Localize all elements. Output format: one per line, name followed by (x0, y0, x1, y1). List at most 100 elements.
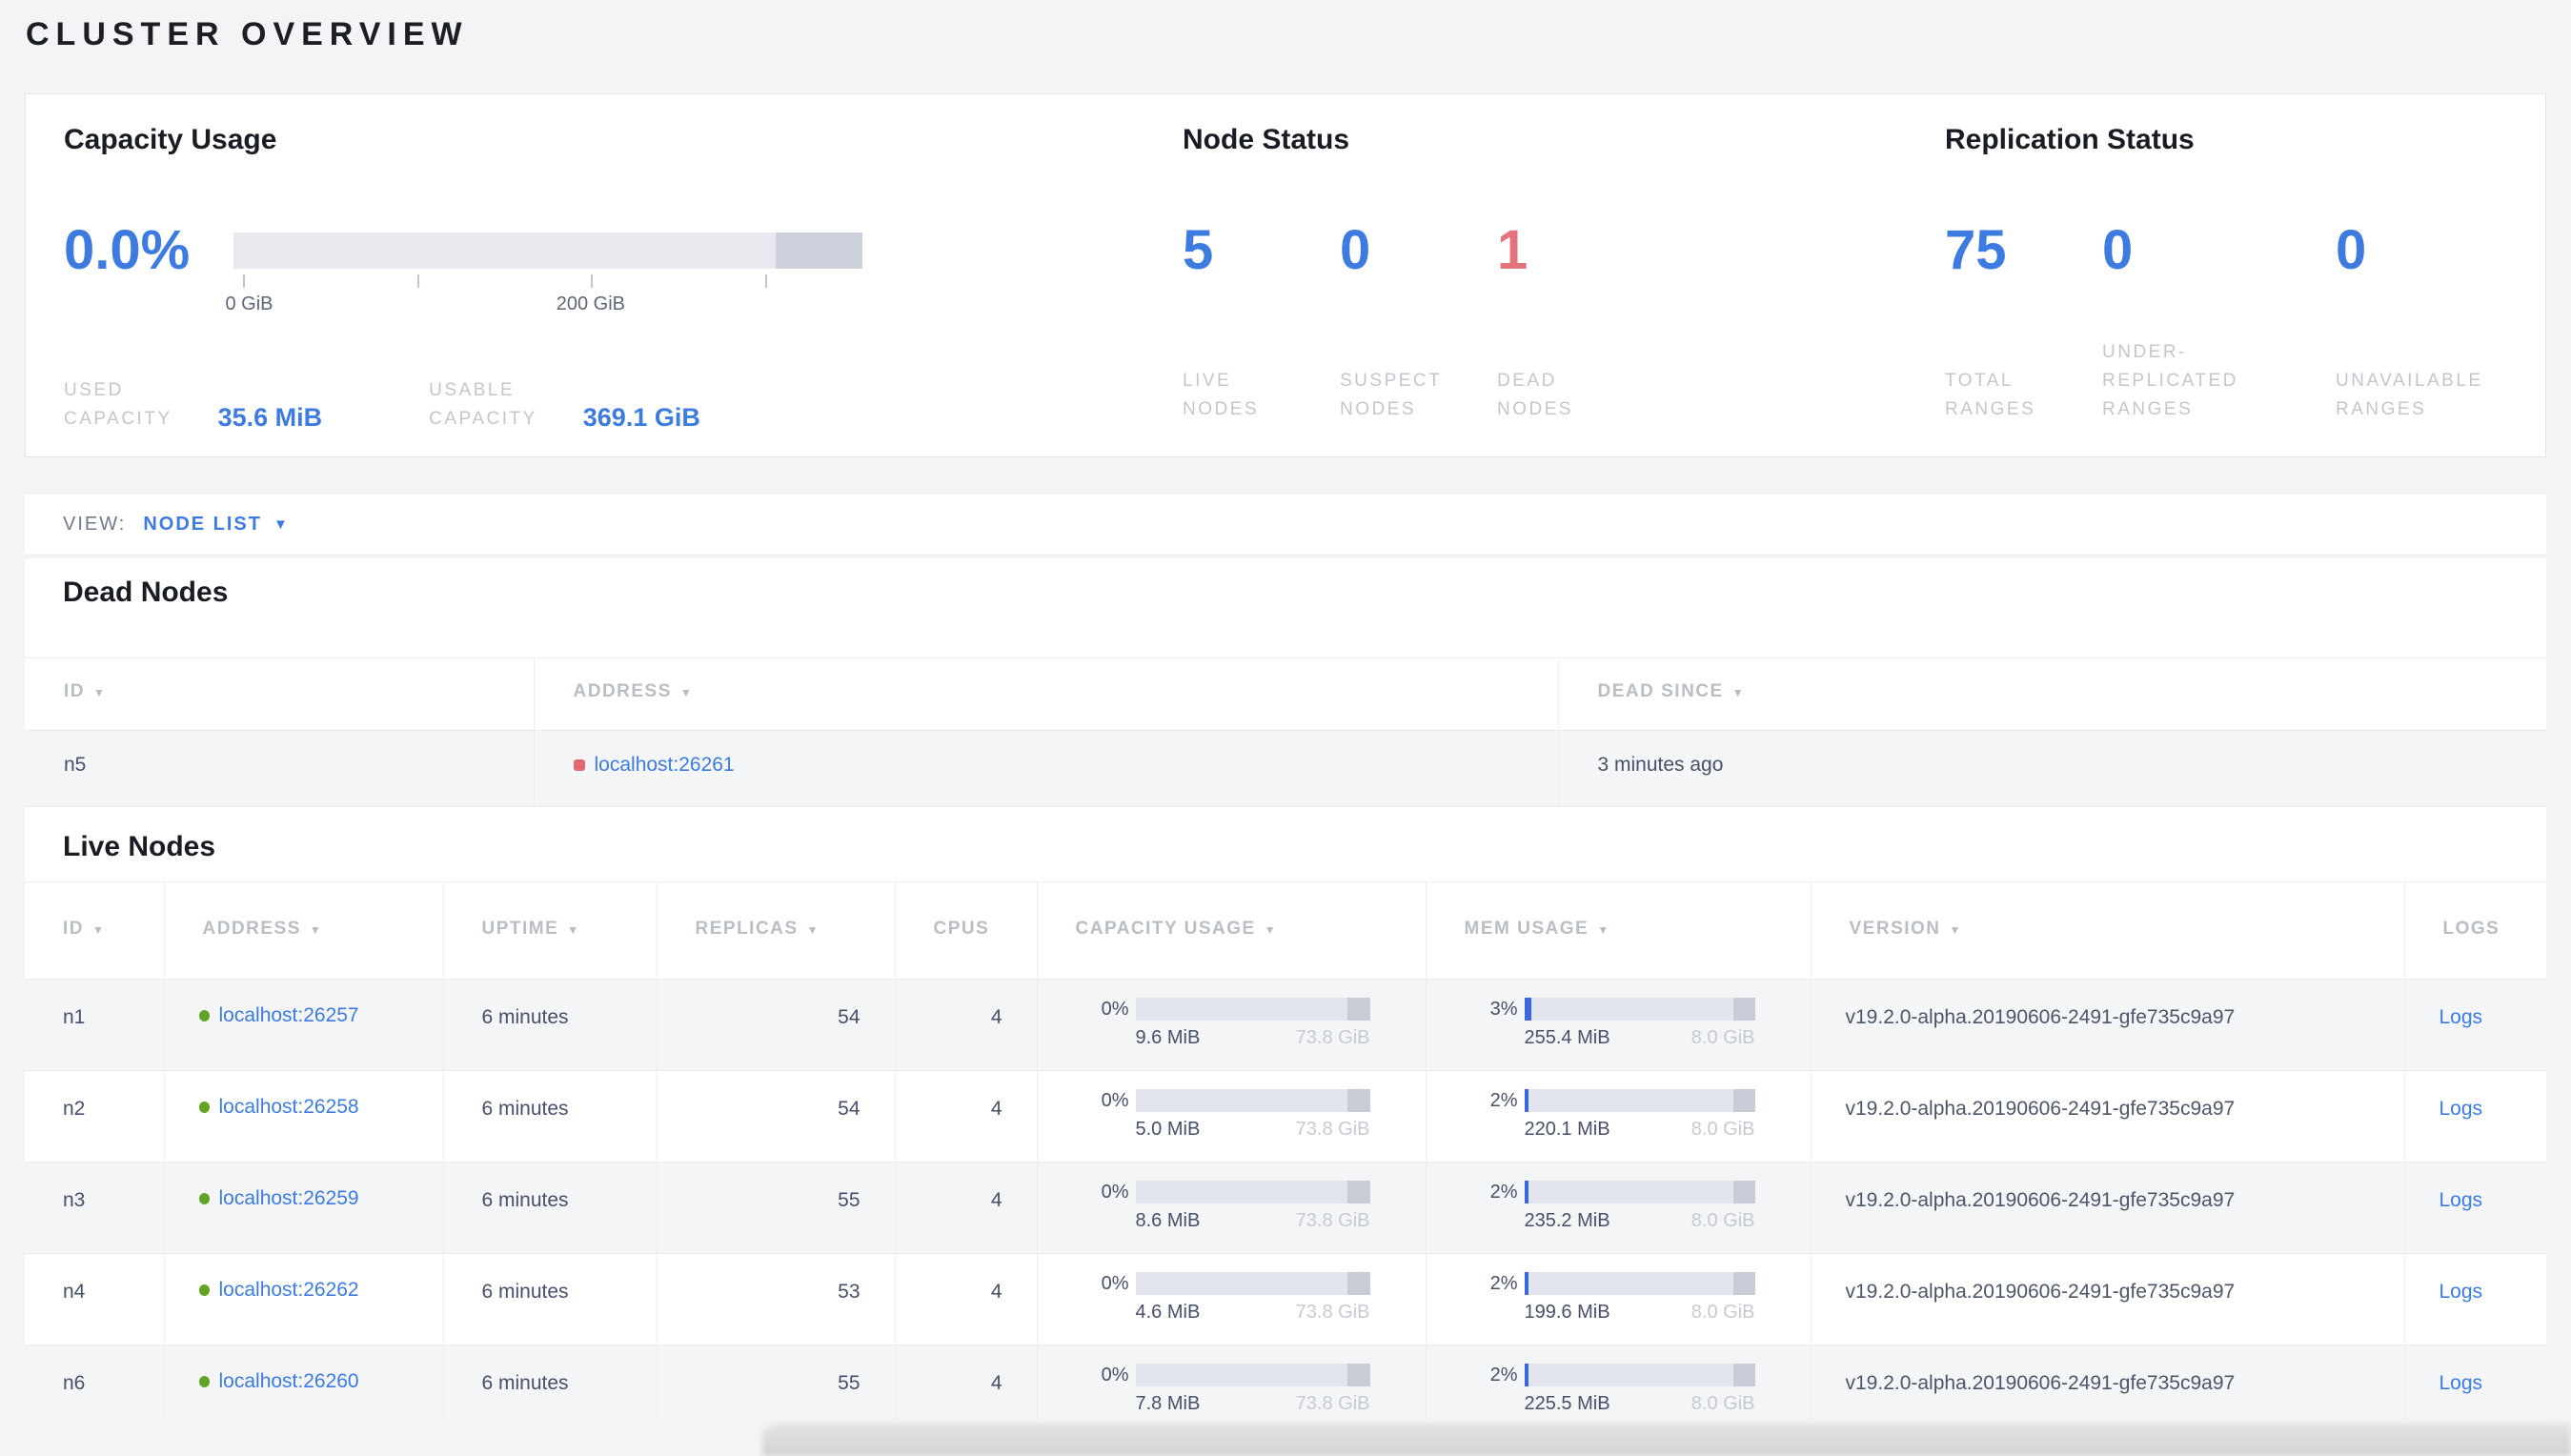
live-node-address-link[interactable]: localhost:26258 (219, 1096, 359, 1119)
capacity-mini-bar (1135, 1181, 1370, 1203)
live-node-address-link[interactable]: localhost:26262 (219, 1279, 359, 1302)
live-node-id: n2 (25, 1070, 165, 1163)
mem-fill (1524, 1364, 1529, 1386)
logs-link[interactable]: Logs (2439, 1006, 2483, 1028)
live-node-address-link[interactable]: localhost:26259 (219, 1187, 359, 1210)
view-dropdown[interactable]: NODE LIST ▼ (143, 514, 290, 536)
mem-used-value: 255.4 MiB (1524, 1027, 1610, 1048)
usable-capacity-value: 369.1 GiB (582, 403, 700, 432)
dead-header-dead-since[interactable]: DEAD SINCE ▼ (1558, 658, 2546, 731)
mem-percent: 2% (1489, 1272, 1518, 1294)
live-node-capacity-usage: 0% 7.8 MiB 73.8 GiB (1037, 1345, 1427, 1420)
live-header-version[interactable]: VERSION ▼ (1811, 881, 2405, 980)
live-node-version: v19.2.0-alpha.20190606-2491-gfe735c9a97 (1811, 1162, 2405, 1254)
live-nodes-table: ID ▼ ADDRESS ▼ UPTIME ▼ REPLICAS ▼ CPUS CAPA… (25, 881, 2546, 1420)
live-node-replicas: 54 (657, 1070, 896, 1163)
live-node-cpus: 4 (895, 1345, 1038, 1420)
mem-fill (1524, 1089, 1529, 1112)
bottom-shadow (762, 1424, 2571, 1456)
capacity-usage-bar: 0 GiB 200 GiB (225, 233, 862, 314)
live-nodes-table-title: Live Nodes (63, 831, 216, 862)
header-label: LOGS (2442, 919, 2500, 939)
live-node-id: n4 (25, 1253, 165, 1345)
view-dropdown-value: NODE LIST (143, 514, 262, 535)
live-node-id: n6 (25, 1345, 165, 1420)
chevron-down-icon: ▼ (273, 516, 290, 533)
live-header-mem-usage[interactable]: MEM USAGE ▼ (1426, 881, 1812, 980)
live-node-uptime: 6 minutes (443, 1253, 658, 1345)
live-header-uptime[interactable]: UPTIME ▼ (443, 881, 658, 980)
capacity-usage-title: Capacity Usage (64, 124, 277, 155)
live-node-cpus: 4 (895, 1162, 1038, 1254)
sort-desc-icon: ▼ (93, 686, 107, 699)
live-node-capacity-usage: 0% 9.6 MiB 73.8 GiB (1037, 979, 1427, 1071)
replication-status-title: Replication Status (1945, 124, 2195, 155)
capacity-percent: 0% (1101, 998, 1129, 1020)
live-status-dot-icon (198, 1284, 210, 1296)
logs-link[interactable]: Logs (2439, 1098, 2483, 1120)
mem-mini-bar (1524, 1364, 1755, 1386)
node-status-section: Node Status 5 LIVE NODES 0 SUSPECT NODES… (1183, 121, 1916, 424)
live-node-version: v19.2.0-alpha.20190606-2491-gfe735c9a97 (1811, 979, 2405, 1071)
cluster-overview-card: Capacity Usage 0.0% 0 GiB 200 GiB USED C… (25, 93, 2546, 457)
unavailable-ranges-count: 0 (2336, 219, 2367, 281)
mem-fill (1524, 1181, 1529, 1203)
mem-used-value: 199.6 MiB (1524, 1302, 1610, 1323)
live-status-dot-icon (198, 1376, 210, 1387)
live-nodes-label: LIVE NODES (1183, 371, 1260, 419)
header-label: REPLICAS (695, 919, 799, 939)
dead-node-id: n5 (25, 730, 535, 807)
capacity-used-value: 5.0 MiB (1135, 1119, 1201, 1140)
logs-link[interactable]: Logs (2439, 1189, 2483, 1211)
live-status-dot-icon (198, 1010, 210, 1021)
dead-header-address[interactable]: ADDRESS ▼ (534, 657, 1559, 731)
live-node-mem-usage: 2% 220.1 MiB 8.0 GiB (1426, 1070, 1812, 1163)
mem-reserved-segment (1732, 1364, 1755, 1386)
view-label: VIEW: (63, 514, 127, 535)
live-header-cpus[interactable]: CPUS (895, 881, 1038, 980)
dead-header-id[interactable]: ID ▼ (25, 657, 535, 731)
mem-total-value: 8.0 GiB (1690, 1119, 1755, 1140)
logs-link[interactable]: Logs (2439, 1281, 2483, 1303)
live-node-address-link[interactable]: localhost:26257 (219, 1004, 359, 1027)
capacity-percent: 0% (1101, 1181, 1129, 1203)
capacity-mini-bar (1135, 1089, 1370, 1112)
capacity-mini-bar (1135, 1272, 1370, 1295)
sort-desc-icon: ▼ (679, 686, 694, 699)
under-replicated-ranges-label: UNDER- REPLICATED RANGES (2102, 342, 2238, 419)
live-node-capacity-usage: 0% 4.6 MiB 73.8 GiB (1037, 1253, 1427, 1345)
header-label: CPUS (933, 919, 990, 939)
axis-tick (242, 274, 245, 288)
used-capacity-stat: USED CAPACITY 35.6 MiB (64, 376, 322, 434)
live-node-address-link[interactable]: localhost:26260 (219, 1370, 359, 1393)
mem-percent: 3% (1489, 998, 1518, 1020)
capacity-reserved-segment (1347, 1364, 1370, 1386)
live-node-mem-usage: 2% 235.2 MiB 8.0 GiB (1426, 1162, 1812, 1254)
live-header-address[interactable]: ADDRESS ▼ (164, 881, 444, 980)
live-node-version: v19.2.0-alpha.20190606-2491-gfe735c9a97 (1811, 1345, 2405, 1420)
used-capacity-value: 35.6 MiB (217, 403, 323, 432)
live-header-id[interactable]: ID ▼ (25, 881, 165, 980)
used-capacity-label: USED CAPACITY (64, 380, 172, 429)
live-node-row: n2 localhost:26258 6 minutes 54 4 0% 5.0… (25, 1070, 2546, 1163)
live-node-cpus: 4 (895, 1253, 1038, 1345)
live-header-capacity-usage[interactable]: CAPACITY USAGE ▼ (1037, 881, 1427, 980)
capacity-percent-value: 0.0% (64, 219, 191, 281)
mem-mini-bar (1524, 1272, 1755, 1295)
header-label: CAPACITY USAGE (1075, 919, 1256, 939)
logs-link[interactable]: Logs (2439, 1372, 2483, 1394)
mem-mini-bar (1524, 1181, 1755, 1203)
capacity-total-value: 73.8 GiB (1295, 1119, 1370, 1140)
dead-node-address-link[interactable]: localhost:26261 (595, 754, 735, 777)
capacity-total-value: 73.8 GiB (1295, 1027, 1370, 1048)
header-label: VERSION (1849, 919, 1941, 939)
under-replicated-ranges-count: 0 (2102, 219, 2134, 281)
live-node-capacity-usage: 0% 8.6 MiB 73.8 GiB (1037, 1162, 1427, 1254)
sort-desc-icon: ▼ (567, 923, 580, 937)
capacity-reserved-segment (1347, 1089, 1370, 1112)
live-header-replicas[interactable]: REPLICAS ▼ (657, 881, 896, 980)
suspect-nodes-label: SUSPECT NODES (1340, 371, 1443, 419)
live-nodes-stat: 5 LIVE NODES (1183, 220, 1340, 424)
mem-reserved-segment (1732, 1181, 1755, 1203)
sort-desc-icon: ▼ (806, 923, 820, 937)
